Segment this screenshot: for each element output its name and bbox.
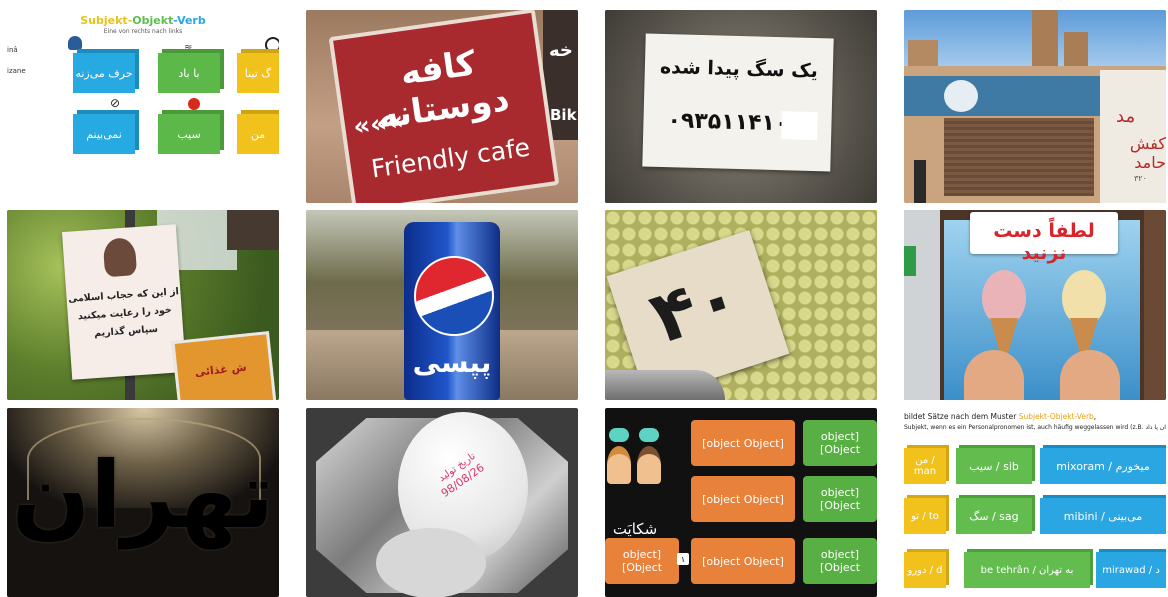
svo-card-object[interactable]: سیب / sib [956, 448, 1032, 484]
poster-line: خود را رعایت میکنید [77, 304, 173, 323]
pepsi-globe-icon [414, 256, 494, 336]
tile-svo-slide[interactable]: Subjekt-Objekt-Verb Eine von rechts nach… [7, 10, 279, 203]
cafe-sign: کافه دوستانه ««« Friendly cafe [328, 10, 560, 203]
svo-card-verb[interactable]: mirawad / د [1096, 552, 1166, 588]
tile-stamped-egg[interactable]: تاریخ تولید 98/08/26 [306, 408, 578, 597]
dialogue-card[interactable]: [object Object] [803, 420, 877, 466]
svo-card-subject[interactable]: من / man [904, 448, 946, 484]
eye-slash-icon: ⊘ [110, 96, 121, 110]
pepsi-fa-text: پپسی [412, 346, 492, 379]
title-objekt: Objekt [132, 14, 174, 27]
side-sign-en: Bik [550, 106, 577, 124]
word-card[interactable]: نمی‌بینم [73, 114, 135, 154]
tile-lost-dog[interactable]: یک سگ پیدا شده ۰۹۳۵۱۱۴۱۰ [605, 10, 877, 203]
speech-bubble-icon [609, 428, 629, 442]
pepsi-can-body: پپسی [404, 222, 500, 400]
instruction-line-2: Subjekt, wenn es ein Personalpronomen is… [904, 424, 1166, 431]
redaction-box [781, 111, 818, 141]
instruction-line: bildet Sätze nach dem Muster Subjekt-Obj… [904, 412, 1166, 421]
instruction-suffix: , [1093, 412, 1097, 421]
dialogue-card[interactable]: [object Object] [691, 538, 795, 584]
graffiti-text: کفش حامد [1129, 134, 1166, 172]
poster-line: از این که حجاب اسلامی [67, 286, 180, 305]
word-card[interactable]: من [237, 114, 279, 154]
brick-wall [1144, 210, 1166, 400]
word-card[interactable]: حرف می‌زنه [73, 53, 135, 93]
graffiti-text: مد [1116, 106, 1136, 127]
food-sign-text: ش غذائی [194, 360, 248, 380]
svo-card-verb[interactable]: mixoram / میخورم [1040, 448, 1166, 484]
dialogue-card[interactable]: [object Object] [803, 538, 877, 584]
note-title: یک سگ پیدا شده [659, 55, 819, 83]
wind-icon: ≈ [184, 42, 193, 53]
tile-dialogue-slide[interactable]: شکایَت [object Object] [object Object] [… [605, 408, 877, 597]
laugh-icon [265, 37, 279, 53]
door-frame [904, 210, 940, 400]
svo-card-subject[interactable]: دورو / d [904, 552, 946, 588]
shop-logo [944, 80, 978, 112]
tile-svo-slide-2[interactable]: bildet Sätze nach dem Muster Subjekt-Obj… [904, 408, 1166, 597]
slide-subtitle: Eine von rechts nach links [103, 28, 183, 35]
tile-pepsi-can[interactable]: پپسی [306, 210, 578, 400]
chevrons-icon: ««« [351, 105, 406, 143]
title-subjekt: Subjekt [80, 14, 128, 27]
tile-yazd-storefront[interactable]: مد کفش حامد ۳۲۰ [904, 10, 1166, 203]
page-badge: ۱ [677, 553, 689, 565]
metal-tray [605, 370, 725, 400]
instruction-prefix: bildet Sätze nach dem Muster [904, 412, 1019, 421]
note-phone: ۰۹۳۵۱۱۴۱۰ [667, 108, 789, 137]
side-sign-fa: خه [549, 40, 573, 61]
hijab-woman-icon [102, 237, 138, 278]
price-text: ۴۰ [640, 252, 750, 360]
dialogue-card[interactable]: [object Object] [691, 420, 795, 466]
shop-banner [904, 76, 1104, 116]
poster-line: سپاس گذاریم [93, 323, 159, 340]
slide-title: Subjekt-Objekt-Verb [7, 14, 279, 27]
left-note: izane [7, 67, 26, 75]
tile-grapes-price[interactable]: ۴۰ [605, 210, 877, 400]
word-card[interactable]: با باد [158, 53, 220, 93]
tile-icecream[interactable]: لطفاً دست نزنید [904, 210, 1166, 400]
tile-hijab-sign[interactable]: از این که حجاب اسلامی خود را رعایت میکنی… [7, 210, 279, 400]
person-icon [637, 446, 661, 484]
shutter [944, 118, 1094, 196]
word-card[interactable]: گ تینا [237, 53, 279, 93]
svo-card-verb[interactable]: mibini / می‌بینی [1040, 498, 1166, 534]
tile-night-letters[interactable]: تهران [7, 408, 279, 597]
paper-note: یک سگ پیدا شده ۰۹۳۵۱۱۴۱۰ [642, 33, 834, 172]
svo-card-subject[interactable]: تو / to [904, 498, 946, 534]
hand [1060, 350, 1120, 400]
svo-card-object[interactable]: be tehrân / به تهران [964, 552, 1090, 588]
title-verb: Verb [177, 14, 206, 27]
person-icon [607, 446, 631, 484]
shop-number: ۳۲۰ [1134, 174, 1147, 183]
tile-friendly-cafe[interactable]: خه Bik کافه دوستانه ««« Friendly cafe [306, 10, 578, 203]
egg-second [376, 528, 486, 597]
left-note: inâ [7, 46, 18, 54]
dialogue-card[interactable]: [object Object] [691, 476, 795, 522]
lock-icon [68, 36, 82, 50]
street-post [914, 160, 926, 203]
no-touch-label: لطفاً دست نزنید [970, 212, 1118, 264]
food-sign: ش غذائی [171, 331, 277, 400]
windcatcher-tower [1032, 10, 1058, 70]
dialogue-card[interactable]: [object Object] [605, 538, 679, 584]
apple-icon [188, 98, 200, 110]
speaker-label: شکایَت [612, 520, 658, 538]
no-touch-text: لطفاً دست نزنید [993, 220, 1095, 264]
speech-bubble-icon [639, 428, 659, 442]
svo-card-object[interactable]: سگ / sag [956, 498, 1032, 534]
roof-beam [227, 210, 279, 250]
green-plate [904, 246, 916, 276]
word-card[interactable]: سیب [158, 114, 220, 154]
hijab-poster: از این که حجاب اسلامی خود را رعایت میکنی… [61, 224, 187, 380]
instruction-highlight: Subjekt-Objekt-Verb [1018, 412, 1094, 421]
dialogue-card[interactable]: [object Object] [803, 476, 877, 522]
letters-silhouette: تهران [11, 442, 275, 549]
